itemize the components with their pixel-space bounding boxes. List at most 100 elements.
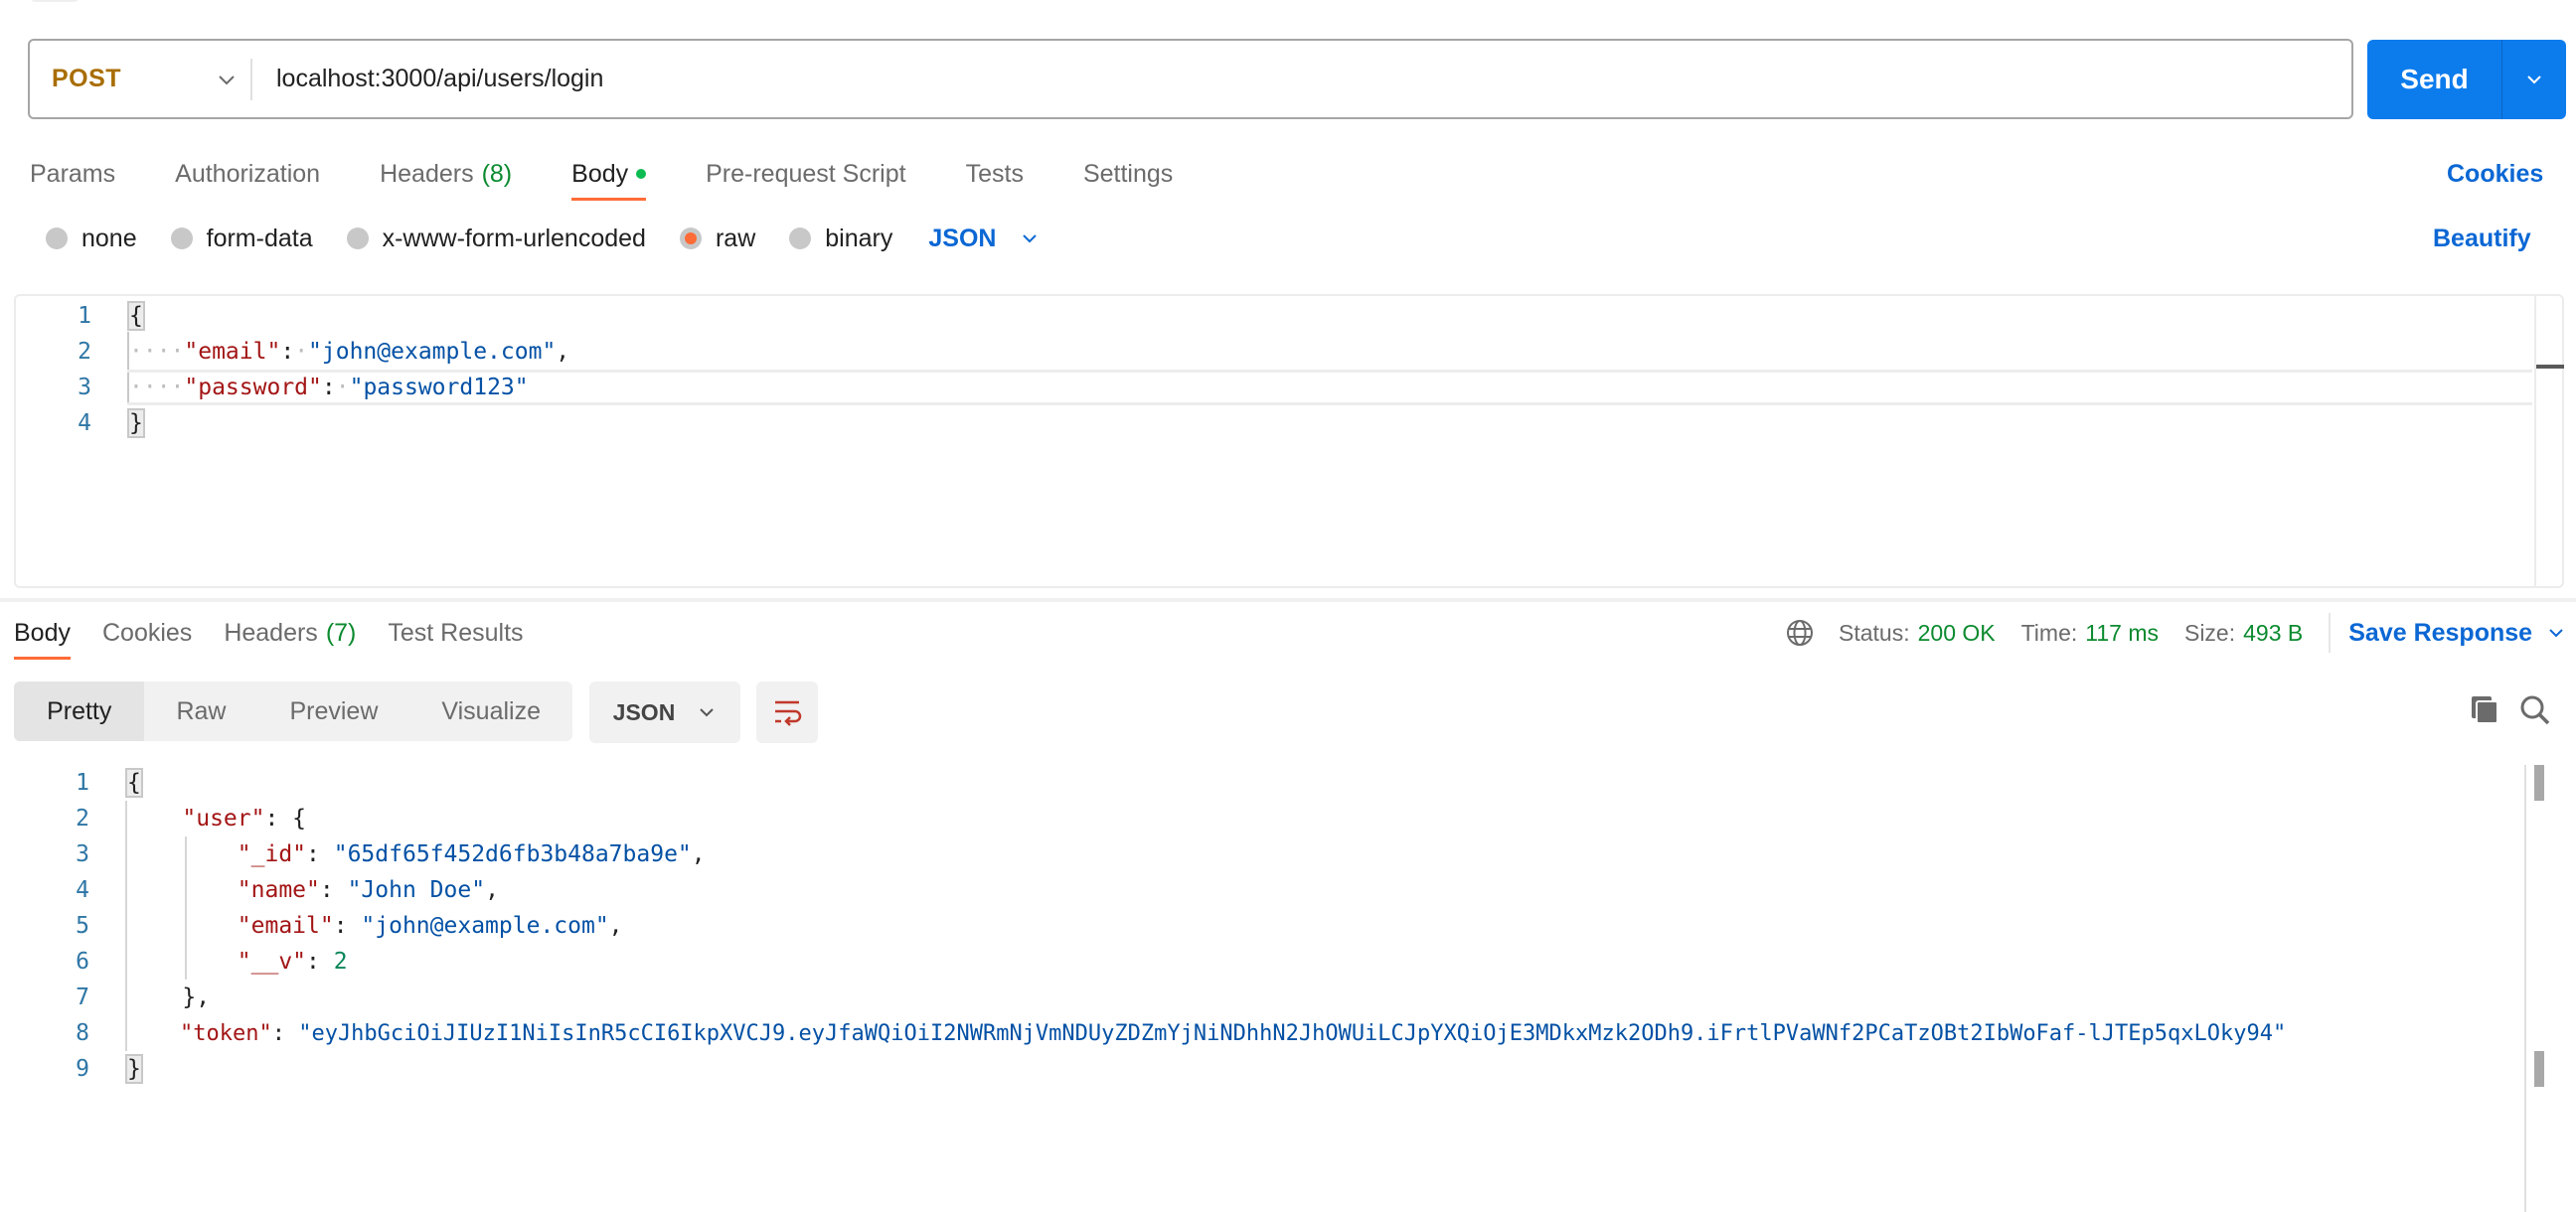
response-language-select[interactable]: JSON (589, 682, 740, 743)
brace: } (125, 1054, 143, 1084)
line-number: 3 (76, 841, 89, 867)
body-type-urlencoded[interactable]: x-www-form-urlencoded (346, 225, 646, 253)
view-pretty[interactable]: Pretty (14, 682, 145, 741)
globe-icon[interactable] (1785, 618, 1815, 648)
json-string: "password123" (349, 375, 529, 400)
view-visualize[interactable]: Visualize (409, 682, 572, 741)
brace: { (125, 768, 143, 798)
response-scrollbar[interactable] (2524, 765, 2550, 1212)
code-line: 7 }, (14, 980, 2564, 1015)
radio-icon (346, 227, 369, 249)
body-type-binary[interactable]: binary (789, 225, 892, 253)
tab-body[interactable]: Body (571, 149, 647, 201)
line-number: 2 (76, 806, 89, 832)
line-number: 9 (76, 1056, 89, 1082)
chevron-down-icon (2527, 76, 2541, 84)
body-type-selector: none form-data x-www-form-urlencoded raw… (46, 221, 1040, 256)
tab-settings[interactable]: Settings (1083, 149, 1173, 199)
tab-response-body[interactable]: Body (14, 608, 71, 660)
top-stub (30, 0, 80, 2)
json-key: "name" (237, 877, 320, 903)
body-indicator-dot (636, 169, 647, 179)
copy-icon[interactable] (2469, 693, 2500, 730)
json-key: "password" (184, 375, 322, 400)
view-preview[interactable]: Preview (257, 682, 409, 741)
code-line: 6 "__v": 2 (14, 944, 2564, 980)
json-key: "email" (237, 913, 334, 939)
scrollbar-thumb[interactable] (2536, 365, 2564, 369)
save-response-button[interactable]: Save Response (2348, 619, 2566, 648)
json-string: "65df65f452d6fb3b48a7ba9e" (333, 841, 692, 867)
code-line: 1 { (14, 765, 2564, 801)
request-body-editor[interactable]: 1 { 2 ····"email":·"john@example.com", 3… (14, 294, 2564, 588)
search-icon[interactable] (2518, 693, 2552, 732)
json-number: 2 (333, 949, 348, 975)
json-key: "user" (182, 806, 265, 832)
json-key: "email" (184, 339, 281, 365)
tab-pre-request-script[interactable]: Pre-request Script (706, 149, 905, 199)
radio-icon (46, 227, 68, 249)
request-tabs: Params Authorization Headers (8) Body Pre… (30, 149, 1232, 201)
tab-test-results[interactable]: Test Results (388, 608, 523, 658)
body-type-form-data[interactable]: form-data (170, 225, 313, 253)
code-line: 3 "_id": "65df65f452d6fb3b48a7ba9e", (14, 836, 2564, 872)
tab-params[interactable]: Params (30, 149, 115, 199)
body-language-select[interactable]: JSON (928, 225, 1040, 253)
tab-authorization[interactable]: Authorization (175, 149, 320, 199)
line-number: 3 (78, 375, 91, 400)
tab-headers[interactable]: Headers (8) (380, 149, 512, 199)
panel-divider[interactable] (0, 598, 2576, 602)
json-key: "__v" (237, 949, 307, 975)
line-number: 1 (76, 770, 89, 796)
body-type-none[interactable]: none (46, 225, 137, 253)
scrollbar-thumb[interactable] (2534, 1051, 2544, 1087)
response-tabs: Body Cookies Headers (7) Test Results (14, 608, 556, 660)
cookies-link[interactable]: Cookies (2447, 149, 2543, 199)
url-input[interactable]: localhost:3000/api/users/login (276, 41, 603, 117)
json-string: "john@example.com" (308, 339, 557, 365)
wrap-lines-button[interactable] (756, 682, 818, 743)
json-string-token[interactable]: "eyJhbGciOiJIUzI1NiIsInR5cCI6IkpXVCJ9.ey… (298, 1021, 2286, 1046)
request-url-bar: POST localhost:3000/api/users/login (28, 39, 2353, 119)
method-select[interactable]: POST (52, 41, 250, 117)
response-view-modes: Pretty Raw Preview Visualize (14, 682, 572, 741)
send-options-button[interactable] (2502, 40, 2566, 119)
code-line: 4 "name": "John Doe", (14, 872, 2564, 908)
line-number: 7 (76, 985, 89, 1010)
editor-scrollbar[interactable] (2534, 296, 2564, 586)
beautify-link[interactable]: Beautify (2433, 221, 2531, 256)
radio-icon (170, 227, 193, 249)
line-number: 5 (76, 913, 89, 939)
body-type-raw[interactable]: raw (679, 225, 755, 253)
method-label: POST (52, 65, 122, 92)
radio-checked-icon (679, 227, 702, 249)
tab-response-cookies[interactable]: Cookies (102, 608, 192, 658)
line-number: 4 (76, 877, 89, 903)
headers-count: (8) (481, 159, 513, 188)
size-value[interactable]: 493 B (2243, 620, 2303, 647)
json-key: "token" (179, 1020, 272, 1046)
json-key: "_id" (237, 841, 307, 867)
send-button[interactable]: Send (2367, 40, 2502, 119)
code-line-current: 3 ····"password":·"password123" (16, 370, 2562, 405)
time-value[interactable]: 117 ms (2085, 620, 2159, 647)
code-line: 9 } (14, 1051, 2564, 1087)
view-raw[interactable]: Raw (144, 682, 257, 741)
tab-response-headers[interactable]: Headers (7) (224, 608, 356, 658)
chevron-down-icon (2549, 629, 2563, 638)
code-line: 2 "user": { (14, 801, 2564, 836)
tab-tests[interactable]: Tests (966, 149, 1024, 199)
response-body-viewer[interactable]: 1 { 2 "user": { 3 "_id": "65df65f452d6fb… (14, 765, 2564, 1212)
code-line: 5 "email": "john@example.com", (14, 908, 2564, 944)
code-line: 8 "token": "eyJhbGciOiJIUzI1NiIsInR5cCI6… (14, 1015, 2564, 1051)
wrap-lines-icon (775, 700, 802, 726)
radio-icon (789, 227, 812, 249)
chevron-down-icon (219, 76, 235, 85)
line-number: 1 (78, 303, 91, 329)
status-value[interactable]: 200 OK (1918, 620, 1996, 647)
brace: { (127, 301, 145, 331)
send-button-group: Send (2367, 40, 2566, 119)
scrollbar-thumb[interactable] (2534, 765, 2544, 801)
headers-count: (7) (325, 618, 357, 647)
line-number: 8 (76, 1020, 89, 1046)
